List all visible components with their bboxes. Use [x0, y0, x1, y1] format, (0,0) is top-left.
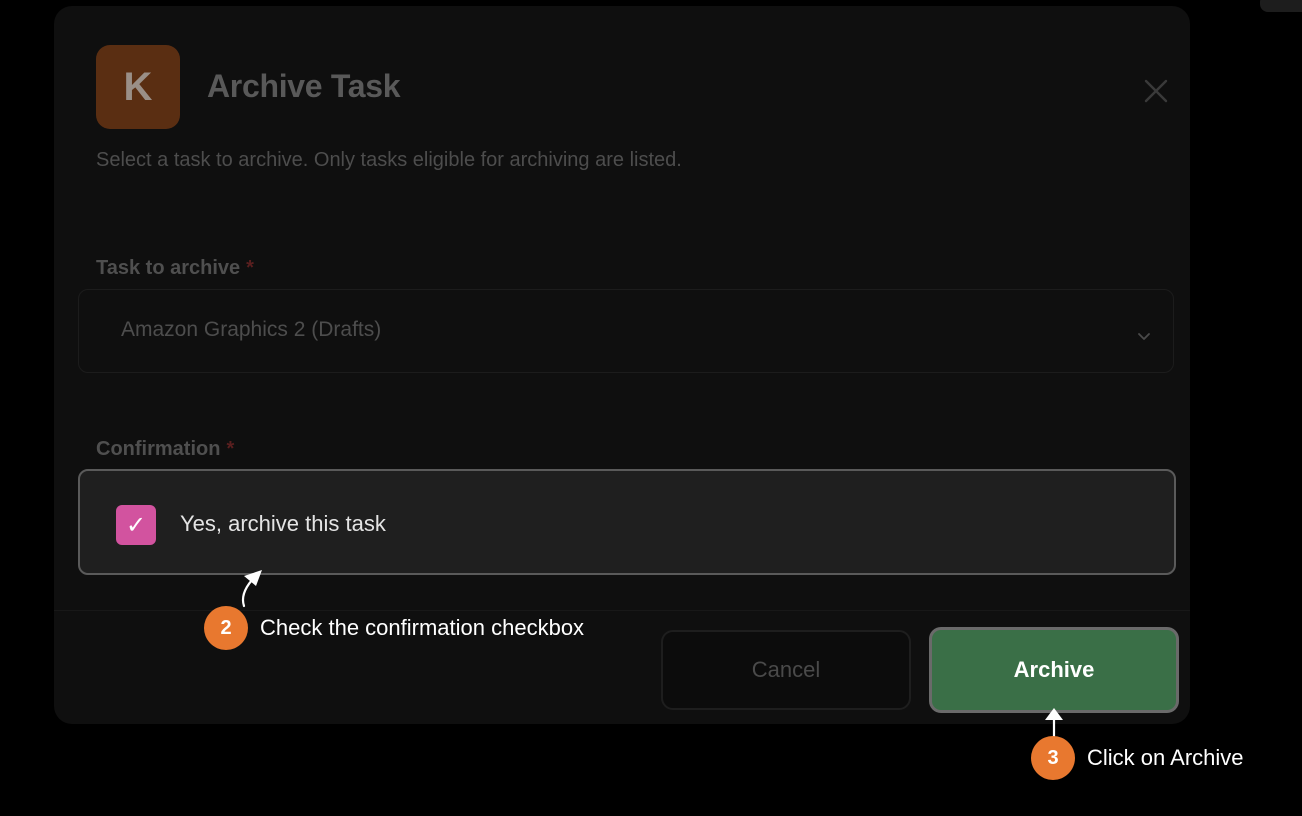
- callout-arrow-3: [1045, 708, 1063, 738]
- step-badge-2: 2: [204, 606, 248, 650]
- dialog-subtitle: Select a task to archive. Only tasks eli…: [96, 149, 682, 171]
- confirmation-checkbox-row[interactable]: ✓ Yes, archive this task: [78, 469, 1176, 575]
- task-field-label-text: Task to archive: [96, 257, 241, 279]
- cancel-button[interactable]: Cancel: [661, 630, 911, 710]
- app-logo: K: [96, 45, 180, 129]
- confirmation-field-label-text: Confirmation: [96, 438, 221, 460]
- confirmation-checkbox[interactable]: ✓: [116, 505, 156, 545]
- confirmation-field-label: Confirmation *: [96, 438, 234, 461]
- step-badge-3: 3: [1031, 736, 1075, 780]
- check-icon: ✓: [125, 511, 147, 539]
- step-3-instruction: Click on Archive: [1087, 745, 1244, 770]
- confirmation-checkbox-label: Yes, archive this task: [180, 511, 386, 536]
- step-2-instruction: Check the confirmation checkbox: [260, 615, 585, 640]
- required-mark: *: [246, 257, 254, 279]
- background-window-tab: [1260, 0, 1302, 12]
- archive-button[interactable]: Archive: [929, 627, 1179, 713]
- chevron-down-icon: [1138, 333, 1150, 340]
- task-field-label: Task to archive *: [96, 257, 254, 280]
- callout-arrow-2: [241, 570, 262, 608]
- logo-letter: K: [123, 64, 153, 109]
- task-select-value: Amazon Graphics 2 (Drafts): [121, 318, 382, 341]
- task-select[interactable]: Amazon Graphics 2 (Drafts): [78, 289, 1174, 373]
- required-mark: *: [226, 438, 235, 460]
- page: K Archive Task Select a task to archive.…: [0, 0, 1302, 816]
- close-icon[interactable]: [1142, 77, 1170, 105]
- dialog-title: Archive Task: [207, 68, 401, 104]
